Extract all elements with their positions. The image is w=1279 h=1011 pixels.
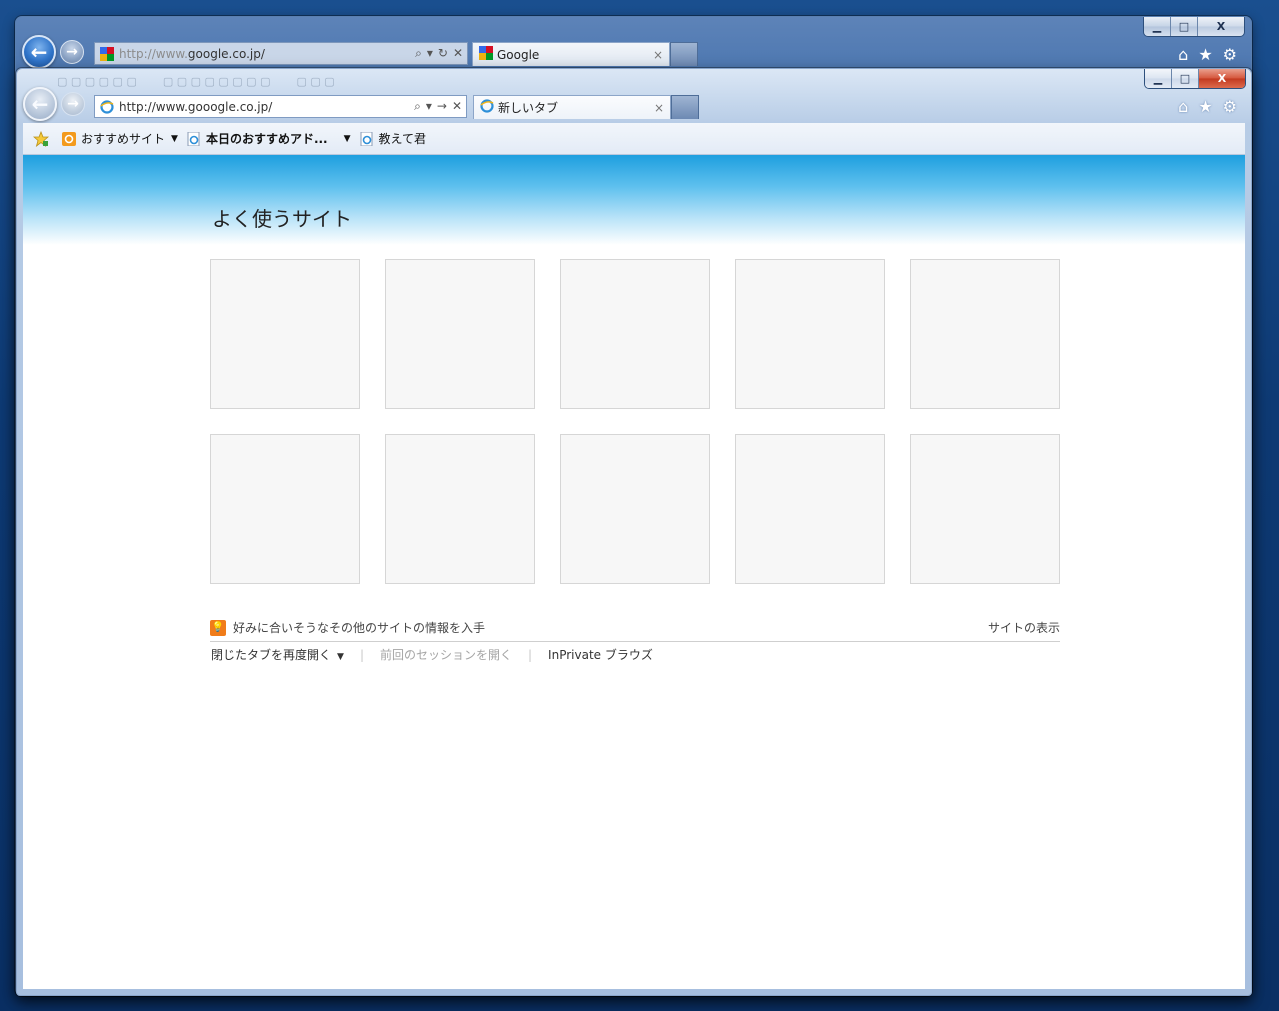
site-tile[interactable]	[735, 434, 885, 584]
forward-icon: →	[67, 96, 79, 112]
dropdown-icon[interactable]: ▾	[427, 46, 433, 61]
discover-sites-link[interactable]: 好みに合いそうなその他のサイトの情報を入手	[233, 619, 988, 636]
back-forward-button[interactable]: →	[60, 40, 84, 64]
front-tab-title: 新しいタブ	[498, 101, 559, 115]
gear-icon[interactable]: ⚙	[1223, 97, 1237, 116]
site-tile[interactable]	[210, 434, 360, 584]
front-tab-new-tab[interactable]: 新しいタブ ×	[473, 95, 671, 119]
front-window-caption-buttons: ▁ □ X	[1144, 69, 1246, 89]
back-icon: ←	[30, 40, 48, 64]
back-maximize-button[interactable]: □	[1171, 17, 1198, 36]
foreground-browser-window: ▢ ▢ ▢ ▢ ▢ ▢ ▢ ▢ ▢ ▢ ▢ ▢ ▢ ▢ ▢ ▢ ▢ ▁ □ X ← …	[16, 68, 1252, 996]
front-address-bar[interactable]: http://www.gooogle.co.jp/ ⌕ ▾ → ✕	[94, 95, 467, 118]
back-tab-google[interactable]: Google ×	[472, 42, 670, 66]
site-tile[interactable]	[910, 434, 1060, 584]
new-tab-page: よく使うサイト 💡 好みに合いそうなその他のサイトの情報を入手 サイトの表示 閉…	[23, 155, 1245, 989]
site-tile[interactable]	[385, 434, 535, 584]
add-to-favorites-button[interactable]	[33, 130, 53, 147]
back-toolbar-icons: ⌂ ★ ⚙	[1178, 45, 1237, 64]
home-icon[interactable]: ⌂	[1178, 97, 1188, 116]
back-address-url: http://www.google.co.jp/	[119, 46, 265, 61]
back-close-button[interactable]: X	[1198, 17, 1244, 36]
gear-icon[interactable]: ⚙	[1223, 45, 1237, 64]
site-tile[interactable]	[210, 259, 360, 409]
reopen-closed-tabs-link[interactable]: 閉じたタブを再度開く ▼	[211, 646, 344, 663]
chevron-down-icon[interactable]: ▼	[171, 134, 178, 144]
favorites-item-recommended-sites[interactable]: おすすめサイト ▼	[61, 130, 178, 147]
back-navbar: ← →	[22, 35, 84, 69]
favorites-bar: おすすめサイト ▼ 本日のおすすめアド... ▼ 教えて君	[23, 123, 1245, 155]
site-tile[interactable]	[735, 259, 885, 409]
google-icon	[479, 46, 493, 63]
front-forward-button[interactable]: →	[61, 92, 85, 116]
close-icon[interactable]: ×	[653, 48, 663, 62]
back-icon: ←	[31, 92, 49, 116]
front-address-url: http://www.gooogle.co.jp/	[119, 99, 273, 114]
ghost-reflection: ▢ ▢ ▢ ▢ ▢ ▢ ▢ ▢ ▢ ▢ ▢ ▢ ▢ ▢ ▢ ▢ ▢	[57, 75, 335, 88]
separator: |	[359, 647, 364, 662]
site-tile[interactable]	[385, 259, 535, 409]
header-gradient	[23, 155, 1245, 245]
close-icon[interactable]: ×	[654, 101, 664, 115]
add-to-favorites-icon	[33, 130, 49, 147]
home-icon[interactable]: ⌂	[1178, 45, 1188, 64]
stop-icon[interactable]: ✕	[452, 99, 462, 114]
search-icon[interactable]: ⌕	[414, 99, 421, 114]
front-minimize-button[interactable]: ▁	[1145, 69, 1172, 88]
favorites-item-todays-addons[interactable]: 本日のおすすめアド... ▼	[186, 130, 351, 147]
search-icon[interactable]: ⌕	[415, 46, 422, 61]
show-sites-link[interactable]: サイトの表示	[988, 619, 1060, 636]
back-tab-title: Google	[497, 47, 540, 62]
go-icon[interactable]: →	[437, 99, 447, 114]
stop-icon[interactable]: ✕	[453, 46, 463, 61]
frequent-sites-grid	[210, 259, 1060, 584]
front-back-button[interactable]: ←	[23, 87, 57, 121]
session-links: 閉じたタブを再度開く ▼ | 前回のセッションを開く | InPrivate ブラ…	[211, 646, 653, 663]
back-new-tab-button[interactable]	[670, 42, 698, 66]
refresh-icon[interactable]: ↻	[438, 46, 448, 61]
back-back-button[interactable]: ←	[22, 35, 56, 69]
back-window-caption-buttons: ▁ □ X	[1143, 17, 1245, 37]
ie-icon	[186, 131, 202, 147]
ie-icon	[359, 131, 375, 147]
ie-icon	[480, 99, 494, 116]
site-tile[interactable]	[560, 259, 710, 409]
site-tile[interactable]	[560, 434, 710, 584]
chevron-down-icon: ▼	[337, 652, 344, 662]
favorites-star-icon[interactable]: ★	[1198, 97, 1212, 116]
front-navbar: ← →	[23, 87, 85, 121]
favorites-item-oshiete-kun[interactable]: 教えて君	[359, 130, 426, 147]
forward-icon: →	[66, 44, 78, 60]
site-tile[interactable]	[910, 259, 1060, 409]
reopen-last-session-link: 前回のセッションを開く	[379, 648, 512, 662]
dropdown-icon[interactable]: ▾	[426, 99, 432, 114]
inprivate-browsing-link[interactable]: InPrivate ブラウズ	[548, 646, 653, 663]
google-icon	[99, 46, 115, 62]
front-toolbar-icons: ⌂ ★ ⚙	[1178, 97, 1237, 116]
chevron-down-icon[interactable]: ▼	[344, 134, 351, 144]
back-address-bar[interactable]: http://www.google.co.jp/ ⌕ ▾ ↻ ✕	[94, 42, 468, 65]
separator: |	[528, 647, 533, 662]
back-minimize-button[interactable]: ▁	[1144, 17, 1171, 36]
ie-icon	[99, 99, 115, 115]
favorites-star-icon[interactable]: ★	[1198, 45, 1212, 64]
front-close-button[interactable]: X	[1199, 69, 1245, 88]
page-title: よく使うサイト	[212, 207, 352, 231]
discover-sites-row: 💡 好みに合いそうなその他のサイトの情報を入手 サイトの表示	[210, 614, 1060, 642]
front-new-tab-button[interactable]	[671, 95, 699, 119]
front-maximize-button[interactable]: □	[1172, 69, 1199, 88]
bulb-icon: 💡	[210, 619, 226, 636]
suggested-sites-icon	[61, 131, 77, 147]
